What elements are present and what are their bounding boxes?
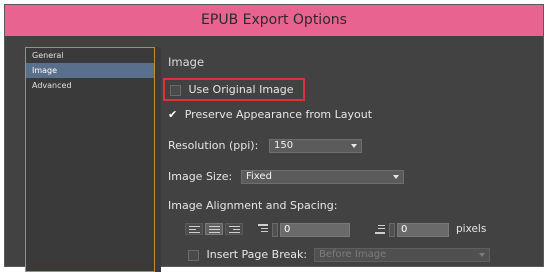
space-before-field[interactable]: 0 <box>280 223 350 237</box>
space-after-icon <box>375 223 387 235</box>
sidebar-item-general[interactable]: General <box>26 48 154 63</box>
align-right-icon[interactable] <box>225 223 243 235</box>
section-title: Image <box>168 55 205 69</box>
page-break-value: Before Image <box>319 249 387 260</box>
page-break-row[interactable]: Insert Page Break: <box>188 248 307 261</box>
sidebar-item-advanced[interactable]: Advanced <box>26 78 154 93</box>
space-before-stepper[interactable] <box>272 223 278 237</box>
page-break-label: Insert Page Break: <box>206 248 308 261</box>
epub-export-dialog: EPUB Export Options General Image Advanc… <box>4 4 544 272</box>
alignment-label: Image Alignment and Spacing: <box>168 199 338 212</box>
chevron-down-icon <box>393 175 399 179</box>
page-break-checkbox[interactable] <box>188 249 199 261</box>
use-original-checkbox[interactable] <box>170 84 181 96</box>
chevron-down-icon <box>351 144 357 148</box>
align-left-icon[interactable] <box>185 223 203 235</box>
units-label: pixels <box>456 223 487 235</box>
dialog-title: EPUB Export Options <box>5 5 543 36</box>
resolution-dropdown[interactable]: 150 <box>269 139 362 153</box>
use-original-row[interactable]: Use Original Image <box>170 83 294 96</box>
checkmark-icon[interactable]: ✔ <box>168 108 177 121</box>
space-after-stepper[interactable] <box>389 223 395 237</box>
image-settings-panel: Image Use Original Image ✔ Preserve Appe… <box>163 45 543 266</box>
resolution-value: 150 <box>274 140 294 151</box>
preserve-label: Preserve Appearance from Layout <box>184 108 373 121</box>
image-size-label: Image Size: <box>168 170 233 183</box>
preserve-row[interactable]: ✔ Preserve Appearance from Layout <box>168 108 372 121</box>
chevron-down-icon <box>479 253 485 257</box>
category-sidebar: General Image Advanced <box>25 47 155 272</box>
space-after-field[interactable]: 0 <box>397 223 449 237</box>
image-size-dropdown[interactable]: Fixed <box>241 170 404 184</box>
space-before-icon <box>258 223 270 235</box>
resolution-label: Resolution (ppi): <box>168 139 259 152</box>
page-break-dropdown[interactable]: Before Image <box>314 248 490 262</box>
panel-divider <box>155 47 161 272</box>
use-original-label: Use Original Image <box>188 83 294 96</box>
align-center-icon[interactable] <box>205 223 223 235</box>
image-size-value: Fixed <box>246 171 272 182</box>
sidebar-item-image[interactable]: Image <box>26 63 154 78</box>
